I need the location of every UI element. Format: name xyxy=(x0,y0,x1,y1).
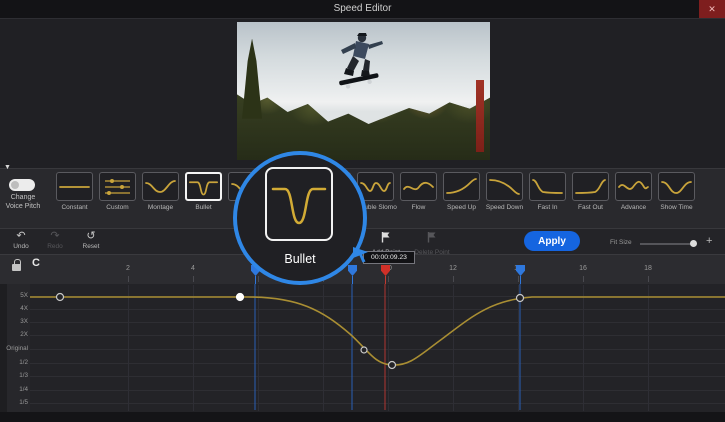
preset-thumbnail[interactable] xyxy=(56,172,93,201)
delete-point-flag-icon xyxy=(426,231,438,243)
ruler-tickmark xyxy=(648,276,649,282)
window-title: Speed Editor xyxy=(0,3,725,14)
redo-button[interactable]: ↷ Redo xyxy=(38,230,72,250)
preset-constant[interactable]: Constant xyxy=(55,172,94,211)
reset-icon: ↺ xyxy=(74,230,108,242)
preset-label: Bullet xyxy=(184,204,223,211)
video-frame xyxy=(237,22,490,160)
magnifier-callout: Bullet xyxy=(233,151,367,285)
reset-label: Reset xyxy=(74,243,108,250)
preset-thumbnail[interactable] xyxy=(400,172,437,201)
collapse-arrow-icon[interactable]: ▼ xyxy=(4,164,11,171)
magnified-bullet-thumbnail xyxy=(265,167,333,241)
speed-curve[interactable] xyxy=(30,297,725,365)
keyframe-pin-stem xyxy=(520,276,521,284)
preset-label: Speed Down xyxy=(485,204,524,211)
preset-thumbnail[interactable] xyxy=(615,172,652,201)
preset-thumbnail[interactable] xyxy=(572,172,609,201)
preset-thumbnail[interactable] xyxy=(185,172,222,201)
ruler-tickmark xyxy=(128,276,129,282)
titlebar: Speed Editor ✕ xyxy=(0,0,725,19)
curve-point[interactable] xyxy=(57,294,64,301)
toggle-knob xyxy=(11,181,19,189)
preset-advance[interactable]: Advance xyxy=(614,172,653,211)
reset-button[interactable]: ↺ Reset xyxy=(74,230,108,250)
delete-point-label: Delete Point xyxy=(410,249,454,256)
ruler-tick-4: 4 xyxy=(183,265,203,272)
preset-label: Constant xyxy=(55,204,94,211)
fit-size-slider-track[interactable] xyxy=(640,243,696,245)
playhead-pin-stem xyxy=(385,276,386,284)
bottom-bar xyxy=(0,412,725,422)
preset-label: Custom xyxy=(98,204,137,211)
preset-thumbnail[interactable] xyxy=(658,172,695,201)
preset-label: Advance xyxy=(614,204,653,211)
add-point-flag-icon xyxy=(380,231,392,243)
ruler-tick-18: 18 xyxy=(638,265,658,272)
preset-label: Fast Out xyxy=(571,204,610,211)
skateboarder xyxy=(323,30,395,96)
ruler-tickmark xyxy=(583,276,584,282)
delete-point-button[interactable]: Delete Point xyxy=(410,230,454,256)
ruler-tick-12: 12 xyxy=(443,265,463,272)
preset-fast-in[interactable]: Fast In xyxy=(528,172,567,211)
undo-icon: ↶ xyxy=(4,230,38,242)
lock-icon[interactable] xyxy=(12,264,21,271)
preset-label: Speed Up xyxy=(442,204,481,211)
magnifier-pointer-icon xyxy=(352,246,370,264)
preset-montage[interactable]: Montage xyxy=(141,172,180,211)
curve-point[interactable] xyxy=(517,295,524,302)
curve-point[interactable] xyxy=(361,347,367,353)
preset-label: Show Time xyxy=(657,204,696,211)
preset-label: Montage xyxy=(141,204,180,211)
fit-size-label: Fit Size xyxy=(610,239,632,246)
ruler-tick-2: 2 xyxy=(118,265,138,272)
voice-pitch-label: Change Voice Pitch xyxy=(0,194,46,211)
voice-pitch-label-line1: Change xyxy=(0,194,46,203)
curve-tool-icon[interactable]: C xyxy=(32,257,40,269)
ruler-tickmark xyxy=(453,276,454,282)
video-preview-area xyxy=(0,19,725,168)
close-button[interactable]: ✕ xyxy=(699,0,725,18)
zoom-in-plus-icon[interactable]: + xyxy=(706,235,712,247)
preset-label: Fast In xyxy=(528,204,567,211)
redo-icon: ↷ xyxy=(38,230,72,242)
preset-flow[interactable]: Flow xyxy=(399,172,438,211)
preset-fast-out[interactable]: Fast Out xyxy=(571,172,610,211)
ruler-tick-16: 16 xyxy=(573,265,593,272)
preset-label: Flow xyxy=(399,204,438,211)
ruler-tickmark xyxy=(193,276,194,282)
speed-editor-window: Speed Editor ✕ xyxy=(0,0,725,422)
undo-label: Undo xyxy=(4,243,38,250)
keyframe-pin-stem xyxy=(352,276,353,284)
ruler-tickmark xyxy=(388,276,389,282)
preset-thumbnail[interactable] xyxy=(99,172,136,201)
playhead-timestamp: 00:00:09.23 xyxy=(363,251,415,264)
apply-button[interactable]: Apply xyxy=(524,231,580,251)
redo-label: Redo xyxy=(38,243,72,250)
curve-point[interactable] xyxy=(389,362,396,369)
preset-speed-down[interactable]: Speed Down xyxy=(485,172,524,211)
preset-speed-up[interactable]: Speed Up xyxy=(442,172,481,211)
voice-pitch-label-line2: Voice Pitch xyxy=(0,203,46,212)
fit-size-slider-thumb[interactable] xyxy=(690,240,697,247)
undo-button[interactable]: ↶ Undo xyxy=(4,230,38,250)
bullet-curve-large xyxy=(269,173,329,235)
preset-custom[interactable]: Custom xyxy=(98,172,137,211)
ruler-tickmark xyxy=(518,276,519,282)
voice-pitch-toggle[interactable] xyxy=(9,179,35,191)
preset-show-time[interactable]: Show Time xyxy=(657,172,696,211)
preset-thumbnail[interactable] xyxy=(443,172,480,201)
ruler-tickmark xyxy=(258,276,259,282)
speed-curve-layer xyxy=(0,284,725,412)
preset-thumbnail[interactable] xyxy=(142,172,179,201)
preset-thumbnail[interactable] xyxy=(529,172,566,201)
preset-thumbnail[interactable] xyxy=(486,172,523,201)
preset-bullet[interactable]: Bullet xyxy=(184,172,223,211)
red-structure xyxy=(476,80,484,152)
magnifier-label: Bullet xyxy=(237,252,363,266)
keyframe-pin-stem xyxy=(255,276,256,284)
curve-point-selected[interactable] xyxy=(237,294,244,301)
